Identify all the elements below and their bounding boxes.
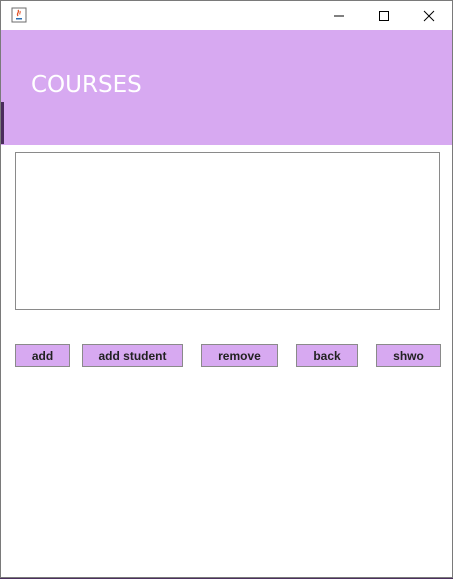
java-icon	[11, 7, 27, 23]
header-panel: COURSES	[1, 30, 452, 145]
minimize-button[interactable]	[316, 1, 362, 30]
back-button[interactable]: back	[296, 344, 358, 367]
courses-text-area[interactable]	[15, 152, 440, 310]
title-bar[interactable]	[1, 1, 452, 30]
add-button[interactable]: add	[15, 344, 70, 367]
add-student-button[interactable]: add student	[82, 344, 183, 367]
courses-window: COURSES add add student remove back shwo	[0, 0, 453, 578]
minimize-icon	[334, 15, 344, 16]
show-button[interactable]: shwo	[376, 344, 441, 367]
maximize-icon	[379, 10, 389, 21]
close-button[interactable]	[406, 1, 452, 30]
remove-button[interactable]: remove	[201, 344, 278, 367]
close-icon	[423, 10, 435, 21]
page-title: COURSES	[31, 72, 142, 98]
maximize-button[interactable]	[361, 1, 407, 30]
